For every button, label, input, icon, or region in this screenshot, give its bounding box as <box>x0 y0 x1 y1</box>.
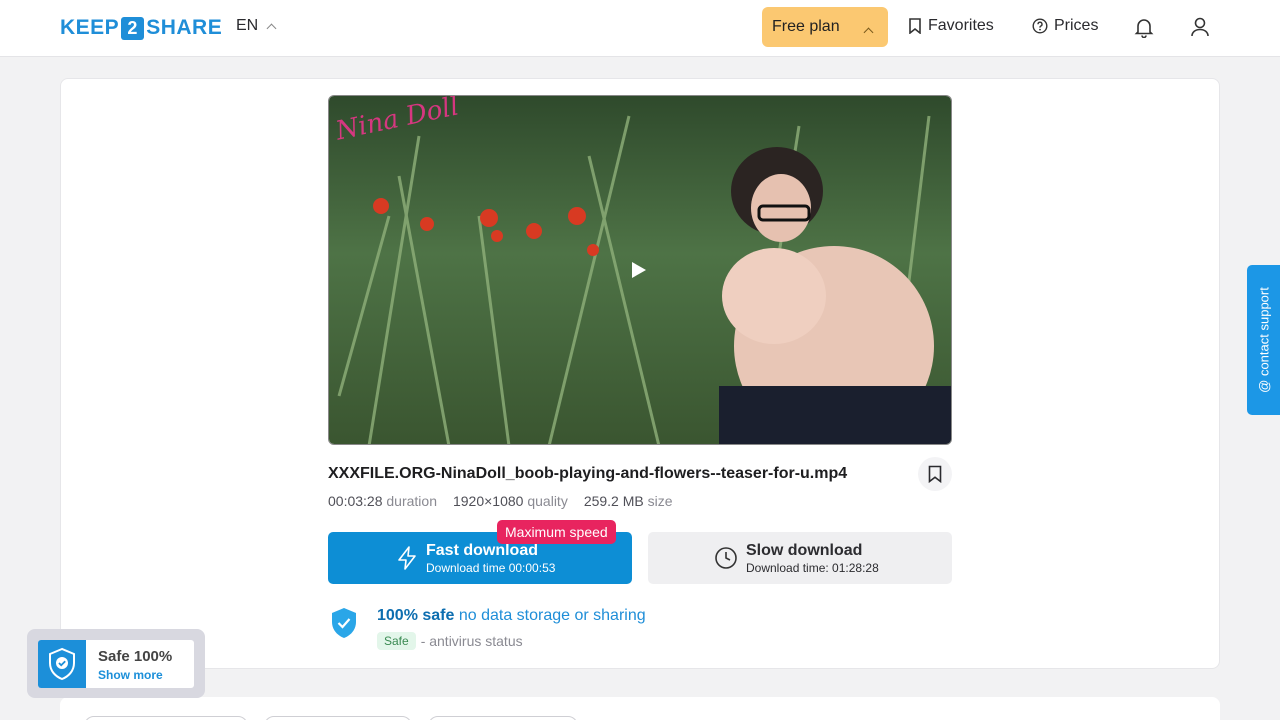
duration-info: 00:03:28 duration <box>328 493 437 509</box>
shield-check-icon <box>49 647 75 681</box>
logo-text-right: SHARE <box>146 16 223 39</box>
plan-selector[interactable]: Free plan <box>762 7 888 47</box>
notifications-button[interactable] <box>1131 14 1157 40</box>
site-logo[interactable]: KEEP 2 SHARE <box>60 15 222 41</box>
favorites-link[interactable]: Favorites <box>908 17 994 35</box>
logo-text-left: KEEP <box>60 16 120 39</box>
file-name: XXXFILE.ORG-NinaDoll_boob-playing-and-fl… <box>328 465 848 482</box>
help-circle-icon <box>1032 18 1048 34</box>
lower-panel <box>60 697 1220 720</box>
show-more-link[interactable]: Show more <box>98 668 163 682</box>
bookmark-icon <box>928 465 942 483</box>
video-preview[interactable]: Nina Doll <box>328 95 952 445</box>
clock-icon <box>715 547 737 569</box>
play-icon[interactable] <box>632 262 646 278</box>
size-label: size <box>647 493 673 509</box>
quality-info: 1920×1080 quality <box>453 493 568 509</box>
quality-label: quality <box>527 493 568 509</box>
logo-number: 2 <box>121 16 145 40</box>
prices-label: Prices <box>1054 17 1099 34</box>
chevron-up-icon <box>266 23 277 34</box>
chevron-up-icon <box>863 27 874 38</box>
antivirus-status-label: - antivirus status <box>420 633 523 649</box>
shield-check-icon <box>332 608 356 638</box>
safe-badge-inner: Safe 100% Show more <box>38 640 194 688</box>
widget-title: Safe 100% <box>98 648 173 665</box>
size-info: 259.2 MB size <box>584 493 673 509</box>
safe-tag: Safe <box>377 632 416 650</box>
filter-pill[interactable] <box>264 716 412 720</box>
lightning-icon <box>398 546 416 570</box>
antivirus-status: Safe - antivirus status <box>377 632 523 650</box>
quality-value: 1920×1080 <box>452 493 524 509</box>
fast-download-title: Fast download <box>426 542 538 559</box>
safety-title: 100% safe no data storage or sharing <box>377 607 646 625</box>
prices-link[interactable]: Prices <box>1032 17 1098 35</box>
add-to-favorites-button[interactable] <box>918 457 952 491</box>
max-speed-badge: Maximum speed <box>497 520 616 544</box>
file-meta: 00:03:28 duration 1920×1080 quality 259.… <box>328 493 673 509</box>
safe-badge-widget[interactable]: Safe 100% Show more <box>27 629 205 698</box>
contact-support-label: @ contact support <box>1256 287 1272 393</box>
language-selector[interactable]: EN <box>236 17 277 35</box>
account-button[interactable] <box>1187 14 1213 40</box>
slow-download-button[interactable]: Slow download Download time: 01:28:28 <box>648 532 952 584</box>
duration-label: duration <box>386 493 437 509</box>
slow-download-title: Slow download <box>746 542 863 559</box>
contact-support-tab[interactable]: @ contact support <box>1247 265 1280 415</box>
language-label: EN <box>236 17 259 34</box>
slow-download-time: Download time: 01:28:28 <box>746 561 879 575</box>
widget-shield <box>38 640 86 688</box>
safety-info <box>330 607 358 644</box>
safety-strong: 100% safe <box>377 607 455 624</box>
favorites-label: Favorites <box>928 17 994 34</box>
bookmark-icon <box>909 18 921 34</box>
top-header: KEEP 2 SHARE EN Free plan Favorites Pric… <box>0 0 1280 57</box>
user-icon <box>1191 17 1209 37</box>
safety-rest: no data storage or sharing <box>458 607 646 624</box>
size-value: 259.2 MB <box>583 493 644 509</box>
bell-icon <box>1134 19 1154 38</box>
fast-download-time: Download time 00:00:53 <box>426 561 556 575</box>
duration-value: 00:03:28 <box>328 493 383 509</box>
filter-pill[interactable] <box>84 716 248 720</box>
plan-label: Free plan <box>772 18 840 35</box>
filter-pill[interactable] <box>428 716 578 720</box>
